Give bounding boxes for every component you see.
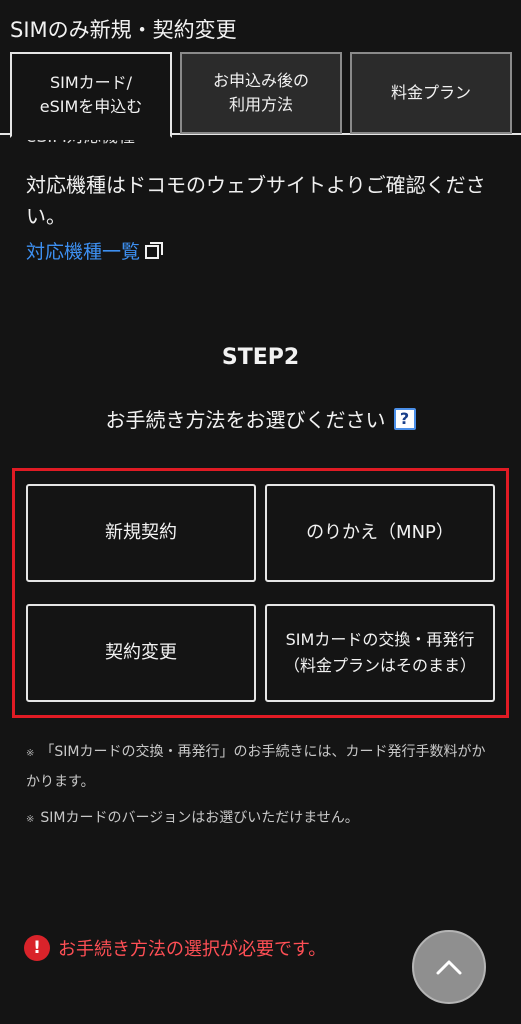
device-list-link[interactable]: 対応機種一覧 xyxy=(26,237,164,264)
question-icon[interactable]: ? xyxy=(393,407,416,430)
sticky-header: SIMのみ新規・契約変更 SIMカード/ eSIMを申込む お申込み後の 利用方… xyxy=(0,0,521,140)
validation-error: ! お手続き方法の選択が必要です。 xyxy=(24,935,326,961)
page: eSIM対応機種 対応機種はドコモのウェブサイトよりご確認ください。 対応機種一… xyxy=(0,0,521,1024)
device-list-link-label: 対応機種一覧 xyxy=(26,241,141,263)
active-tab-gap xyxy=(12,133,170,136)
step-question: お手続き方法をお選びください ? xyxy=(0,404,521,433)
new-contract-button[interactable]: 新規契約 xyxy=(26,484,256,582)
step-question-text: お手続き方法をお選びください xyxy=(105,408,386,432)
note-sim-version: ※ SIMカードのバージョンはお選びいただけません。 xyxy=(26,804,496,834)
chevron-up-icon xyxy=(436,960,462,975)
note-text: 「SIMカードの交換・再発行」のお手続きには、カード発行手数料がかかります。 xyxy=(26,744,486,790)
device-info-text: 対応機種はドコモのウェブサイトよりご確認ください。 xyxy=(26,173,486,228)
error-icon: ! xyxy=(24,935,50,961)
external-link-icon xyxy=(144,241,164,261)
tab-after-application[interactable]: お申込み後の 利用方法 xyxy=(180,52,342,134)
note-reissue-fee: ※ 「SIMカードの交換・再発行」のお手続きには、カード発行手数料がかかります。 xyxy=(26,738,496,796)
contract-change-button[interactable]: 契約変更 xyxy=(26,604,256,702)
tab-price-plan[interactable]: 料金プラン xyxy=(350,52,512,134)
scroll-to-top-button[interactable] xyxy=(412,930,486,1004)
error-text: お手続き方法の選択が必要です。 xyxy=(58,939,327,960)
note-mark: ※ xyxy=(26,814,35,825)
main-content: eSIM対応機種 対応機種はドコモのウェブサイトよりご確認ください。 対応機種一… xyxy=(0,0,521,1024)
sim-reissue-button[interactable]: SIMカードの交換・再発行 （料金プランはそのまま） xyxy=(265,604,495,702)
mnp-transfer-button[interactable]: のりかえ（MNP） xyxy=(265,484,495,582)
step-label: STEP2 xyxy=(221,345,300,370)
note-mark: ※ xyxy=(26,748,35,759)
note-text: SIMカードのバージョンはお選びいただけません。 xyxy=(40,810,359,826)
page-title: SIMのみ新規・契約変更 xyxy=(10,18,237,42)
tab-sim-apply[interactable]: SIMカード/ eSIMを申込む xyxy=(10,52,172,138)
